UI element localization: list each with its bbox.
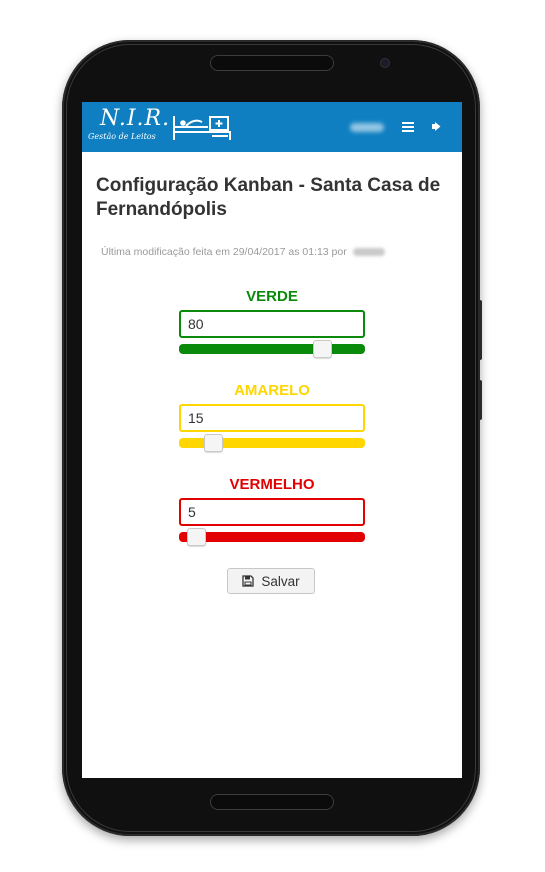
level-slider-verde[interactable] bbox=[179, 340, 365, 358]
floppy-disk-icon bbox=[242, 575, 255, 587]
level-amarelo: AMARELO bbox=[179, 382, 365, 452]
hamburger-menu-icon[interactable] bbox=[402, 122, 414, 132]
logout-icon[interactable] bbox=[431, 121, 442, 132]
power-button bbox=[478, 300, 482, 360]
volume-button bbox=[478, 380, 482, 420]
save-button[interactable]: Salvar bbox=[227, 568, 315, 594]
level-label-verde: VERDE bbox=[246, 288, 298, 305]
save-button-label: Salvar bbox=[261, 573, 300, 589]
level-label-amarelo: AMARELO bbox=[234, 382, 310, 399]
slider-handle-vermelho[interactable] bbox=[187, 528, 206, 546]
page-title: Configuração Kanban - Santa Casa de Fern… bbox=[96, 175, 441, 220]
slider-handle-amarelo[interactable] bbox=[204, 434, 223, 452]
logo-title[interactable]: N.I.R. bbox=[100, 106, 170, 131]
modifier-name-redacted bbox=[352, 248, 385, 257]
app-screen: N.I.R. Gestão de Leitos Configuração Kan… bbox=[82, 102, 462, 778]
level-input-amarelo[interactable] bbox=[179, 404, 365, 432]
hospital-bed-icon bbox=[173, 116, 231, 140]
top-speaker bbox=[210, 55, 334, 71]
level-vermelho: VERMELHO bbox=[179, 476, 365, 546]
last-modified-text: Última modificação feita em 29/04/2017 a… bbox=[101, 246, 347, 258]
level-verde: VERDE bbox=[179, 288, 365, 358]
front-camera bbox=[380, 58, 390, 68]
bottom-speaker bbox=[210, 794, 334, 810]
logo-subtitle: Gestão de Leitos bbox=[88, 132, 156, 141]
level-label-vermelho: VERMELHO bbox=[229, 476, 315, 493]
slider-handle-verde[interactable] bbox=[313, 340, 332, 358]
level-input-vermelho[interactable] bbox=[179, 498, 365, 526]
app-header: N.I.R. Gestão de Leitos bbox=[82, 102, 462, 152]
level-slider-amarelo[interactable] bbox=[179, 434, 365, 452]
level-input-verde[interactable] bbox=[179, 310, 365, 338]
last-modified-info: Última modificação feita em 29/04/2017 a… bbox=[101, 246, 385, 258]
user-name-redacted bbox=[350, 123, 384, 132]
level-slider-vermelho[interactable] bbox=[179, 528, 365, 546]
